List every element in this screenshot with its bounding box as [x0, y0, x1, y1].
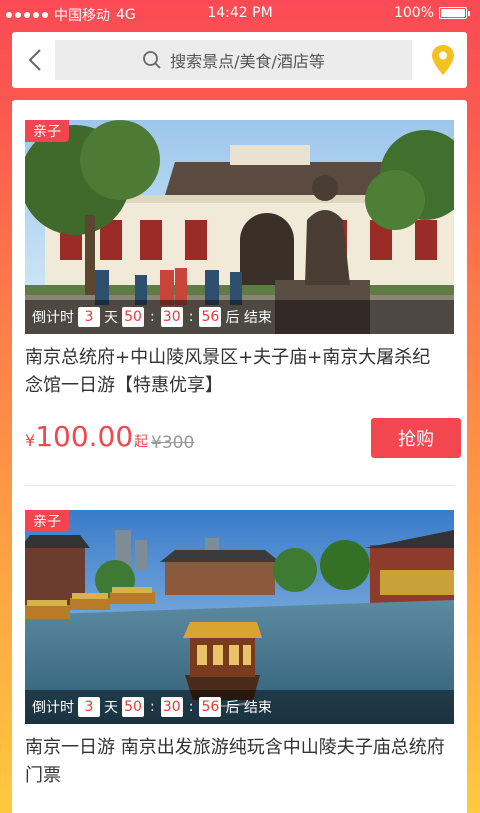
buy-button[interactable]: 抢购: [371, 418, 461, 458]
battery-percent: 100%: [393, 5, 434, 21]
deal-list: 亲子 倒计时 3 天 50 : 30 : 56 后 结束 南京总统府+中山陵风景…: [12, 100, 467, 813]
countdown-suffix: 后 结束: [225, 700, 272, 716]
status-right: 100%: [394, 5, 470, 21]
deal-price: ¥ 100.00 起: [25, 420, 148, 453]
deal-card[interactable]: 亲子 倒计时 3 天 50 : 30 : 56 后 结束 南京一日游 南京出发旅…: [25, 510, 454, 790]
deal-card[interactable]: 亲子 倒计时 3 天 50 : 30 : 56 后 结束 南京总统府+中山陵风景…: [25, 120, 461, 472]
countdown-colon: :: [150, 309, 155, 325]
countdown-day-unit: 天: [104, 310, 118, 326]
deal-title[interactable]: 南京一日游 南京出发旅游纯玩含中山陵夫子庙总统府门票: [25, 734, 445, 790]
deal-tag: 亲子: [25, 510, 69, 532]
top-nav: 搜索景点/美食/酒店等: [12, 32, 467, 88]
countdown-seconds: 56: [199, 697, 222, 717]
search-icon: [143, 51, 161, 69]
price-from-label: 起: [134, 434, 149, 450]
price-amount: 100.00: [35, 420, 134, 453]
divider: [25, 485, 454, 486]
battery-tip: [468, 10, 470, 16]
search-bar[interactable]: 搜索景点/美食/酒店等: [55, 40, 412, 80]
deal-photo[interactable]: 亲子 倒计时 3 天 50 : 30 : 56 后 结束: [25, 120, 454, 334]
countdown-hours: 50: [122, 307, 144, 327]
original-price: ¥300: [151, 433, 195, 453]
search-placeholder: 搜索景点/美食/酒店等: [170, 52, 325, 71]
countdown-colon: :: [188, 699, 194, 715]
countdown-hours: 50: [122, 697, 144, 717]
location-pin-icon[interactable]: [431, 44, 455, 76]
back-icon[interactable]: [24, 47, 50, 73]
countdown-bar: 倒计时 3 天 50 : 30 : 56 后 结束: [25, 690, 454, 724]
countdown-seconds: 56: [199, 307, 222, 327]
countdown-minutes: 30: [160, 307, 183, 327]
countdown-days: 3: [78, 697, 100, 717]
deal-tag: 亲子: [25, 120, 69, 142]
deal-photo[interactable]: 亲子 倒计时 3 天 50 : 30 : 56 后 结束: [25, 510, 454, 724]
price-currency: ¥: [25, 431, 36, 450]
countdown-prefix: 倒计时: [32, 700, 74, 716]
price-row: ¥ 100.00 起 ¥300 抢购: [25, 412, 461, 472]
countdown-days: 3: [78, 307, 100, 327]
countdown-suffix: 后 结束: [225, 310, 272, 326]
countdown-minutes: 30: [160, 697, 183, 717]
countdown-bar: 倒计时 3 天 50 : 30 : 56 后 结束: [25, 300, 454, 334]
countdown-colon: :: [150, 699, 155, 715]
countdown-day-unit: 天: [104, 700, 118, 716]
deal-title[interactable]: 南京总统府+中山陵风景区+夫子庙+南京大屠杀纪念馆一日游【特惠优享】: [25, 344, 445, 400]
countdown-colon: :: [188, 309, 194, 325]
battery-icon: [439, 7, 467, 19]
countdown-prefix: 倒计时: [32, 310, 74, 326]
status-bar: 中国移动 4G 14:42 PM 100%: [0, 0, 480, 28]
